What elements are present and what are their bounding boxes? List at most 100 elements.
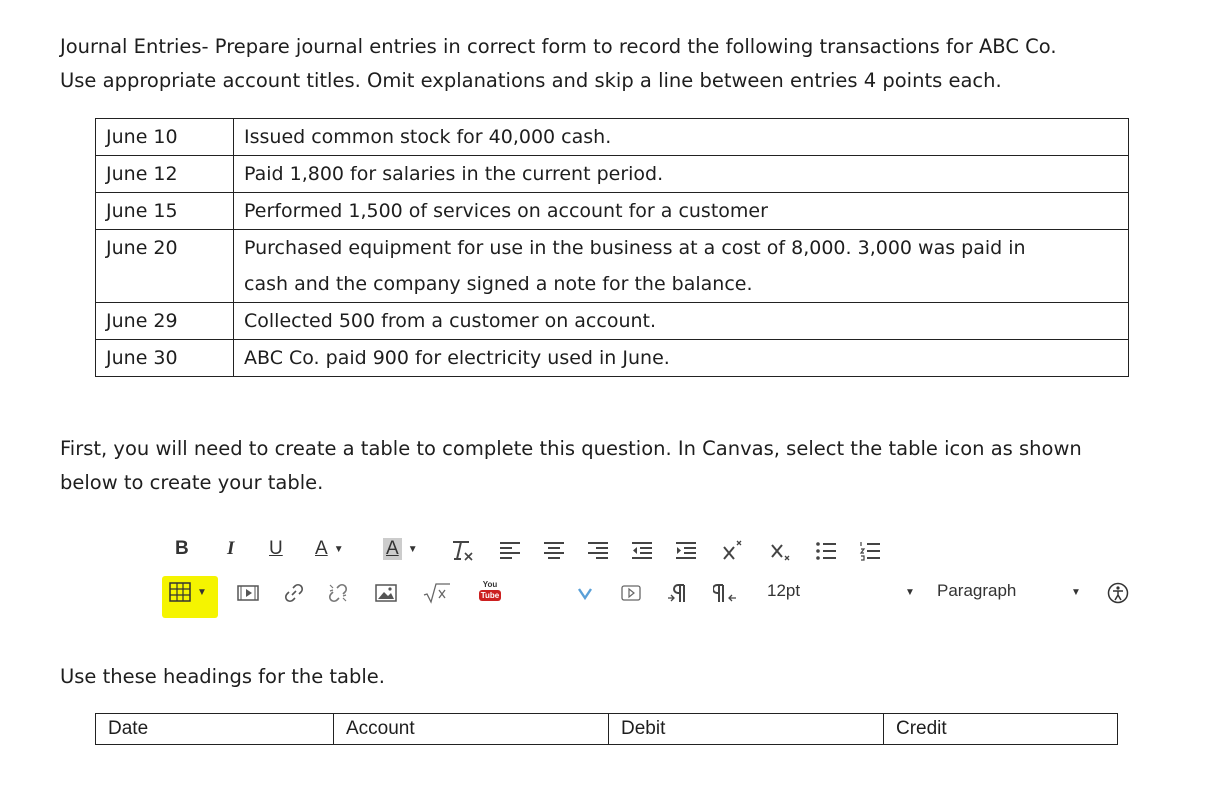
align-left-button[interactable]: [499, 540, 521, 562]
description-line: Issued common stock for 40,000 cash.: [244, 126, 612, 148]
underline-button[interactable]: U: [269, 538, 283, 560]
table-row: June 20 Purchased equipment for use in t…: [95, 229, 1129, 303]
intro-text: Journal Entries- Prepare journal entries…: [60, 30, 1180, 98]
description-line: cash and the company signed a note for t…: [244, 273, 753, 295]
transaction-date: June 10: [95, 118, 234, 156]
indent-icon: [676, 542, 696, 559]
superscript-icon: [723, 540, 742, 560]
heading-credit: Credit: [883, 713, 1118, 745]
description-line: Collected 500 from a customer on account…: [244, 310, 657, 332]
clear-formatting-icon: [453, 541, 473, 561]
media-icon: [237, 585, 259, 601]
transactions-table: June 10 Issued common stock for 40,000 c…: [95, 118, 1129, 377]
clear-formatting-button[interactable]: [449, 538, 475, 564]
youtube-label: You: [482, 580, 498, 589]
transaction-date: June 15: [95, 192, 234, 230]
format-select[interactable]: Paragraph: [937, 581, 1016, 601]
background-color-label: A: [383, 538, 402, 560]
numbered-list-button[interactable]: [859, 540, 881, 562]
subscript-button[interactable]: [769, 540, 793, 564]
square-root-icon: [423, 583, 450, 604]
media-button[interactable]: [237, 584, 259, 602]
youtube-icon: Tube: [478, 590, 502, 601]
headings-table: Date Account Debit Credit: [95, 713, 1118, 745]
transaction-date: June 29: [95, 302, 234, 340]
unlink-icon: [328, 583, 348, 603]
instruction-line-2: below to create your table.: [60, 471, 324, 494]
intro-line-2: Use appropriate account titles. Omit exp…: [60, 69, 1002, 92]
bullet-list-button[interactable]: [815, 540, 837, 562]
embed-media-button[interactable]: [621, 585, 641, 601]
heading-date: Date: [95, 713, 334, 745]
link-icon: [284, 583, 304, 603]
font-color-button[interactable]: A ▼: [315, 538, 344, 560]
description-line: ABC Co. paid 900 for electricity used in…: [244, 347, 670, 369]
image-icon: [375, 584, 397, 602]
chevron-down-icon: ▼: [1071, 587, 1081, 598]
heading-account: Account: [333, 713, 609, 745]
insert-image-button[interactable]: [375, 584, 397, 602]
headings-instruction: Use these headings for the table.: [60, 665, 385, 688]
indent-button[interactable]: [675, 540, 697, 562]
table-row: June 12 Paid 1,800 for salaries in the c…: [95, 155, 1129, 193]
insert-link-button[interactable]: [283, 582, 305, 604]
font-color-label: A: [315, 538, 328, 559]
transaction-description: ABC Co. paid 900 for electricity used in…: [233, 339, 1129, 377]
unlink-button[interactable]: [327, 582, 349, 604]
align-right-button[interactable]: [587, 540, 609, 562]
align-right-icon: [588, 542, 608, 559]
editor-toolbar: B I U A ▼ A ▼ ▼ You Tube 12pt ▼ Paragrap…: [162, 532, 1155, 624]
chevron-v-icon: [578, 588, 592, 601]
outdent-icon: [632, 542, 652, 559]
table-button[interactable]: ▼: [169, 582, 207, 602]
chevron-down-icon: ▼: [197, 586, 207, 598]
chevron-down-icon: ▼: [905, 587, 915, 598]
bullet-list-icon: [816, 542, 836, 560]
table-row: Date Account Debit Credit: [95, 713, 1118, 745]
accessibility-icon: [1107, 582, 1129, 604]
align-center-icon: [544, 542, 564, 559]
description-line: Performed 1,500 of services on account f…: [244, 200, 768, 222]
math-equation-button[interactable]: [423, 582, 451, 604]
ltr-direction-button[interactable]: [667, 582, 689, 604]
heading-debit: Debit: [608, 713, 884, 745]
numbered-list-icon: [859, 542, 880, 561]
chevron-down-icon: ▼: [407, 543, 418, 555]
align-left-icon: [500, 542, 520, 559]
font-size-select[interactable]: 12pt: [767, 581, 800, 601]
bold-button[interactable]: B: [175, 538, 189, 560]
rtl-direction-button[interactable]: [713, 582, 737, 604]
font-size-dropdown-toggle[interactable]: ▼: [905, 587, 915, 598]
pilcrow-ltr-icon: [668, 584, 685, 602]
transaction-description: Collected 500 from a customer on account…: [233, 302, 1129, 340]
transaction-date: June 30: [95, 339, 234, 377]
italic-button[interactable]: I: [227, 538, 234, 560]
chevron-down-icon: ▼: [333, 543, 344, 555]
vimeo-button[interactable]: [577, 585, 593, 601]
table-row: June 15 Performed 1,500 of services on a…: [95, 192, 1129, 230]
transaction-description: Paid 1,800 for salaries in the current p…: [233, 155, 1129, 193]
youtube-button[interactable]: You Tube: [477, 580, 503, 601]
accessibility-checker-button[interactable]: [1107, 582, 1129, 604]
play-icon: [621, 585, 641, 601]
description-line: Paid 1,800 for salaries in the current p…: [244, 163, 664, 185]
pilcrow-rtl-icon: [713, 584, 736, 602]
intro-line-1: Journal Entries- Prepare journal entries…: [60, 35, 1057, 58]
transaction-date: June 12: [95, 155, 234, 193]
table-row: June 10 Issued common stock for 40,000 c…: [95, 118, 1129, 156]
instruction-line-1: First, you will need to create a table t…: [60, 437, 1082, 460]
format-dropdown-toggle[interactable]: ▼: [1071, 587, 1081, 598]
align-center-button[interactable]: [543, 540, 565, 562]
table-row: June 29 Collected 500 from a customer on…: [95, 302, 1129, 340]
instruction-text: First, you will need to create a table t…: [60, 432, 1180, 500]
transaction-description: Purchased equipment for use in the busin…: [233, 229, 1129, 303]
transaction-description: Performed 1,500 of services on account f…: [233, 192, 1129, 230]
superscript-button[interactable]: [721, 538, 745, 562]
description-line: Purchased equipment for use in the busin…: [244, 237, 1026, 259]
outdent-button[interactable]: [631, 540, 653, 562]
table-icon: [169, 582, 191, 602]
table-row: June 30 ABC Co. paid 900 for electricity…: [95, 339, 1129, 377]
subscript-icon: [771, 544, 790, 561]
transaction-description: Issued common stock for 40,000 cash.: [233, 118, 1129, 156]
background-color-button[interactable]: A ▼: [383, 538, 418, 560]
